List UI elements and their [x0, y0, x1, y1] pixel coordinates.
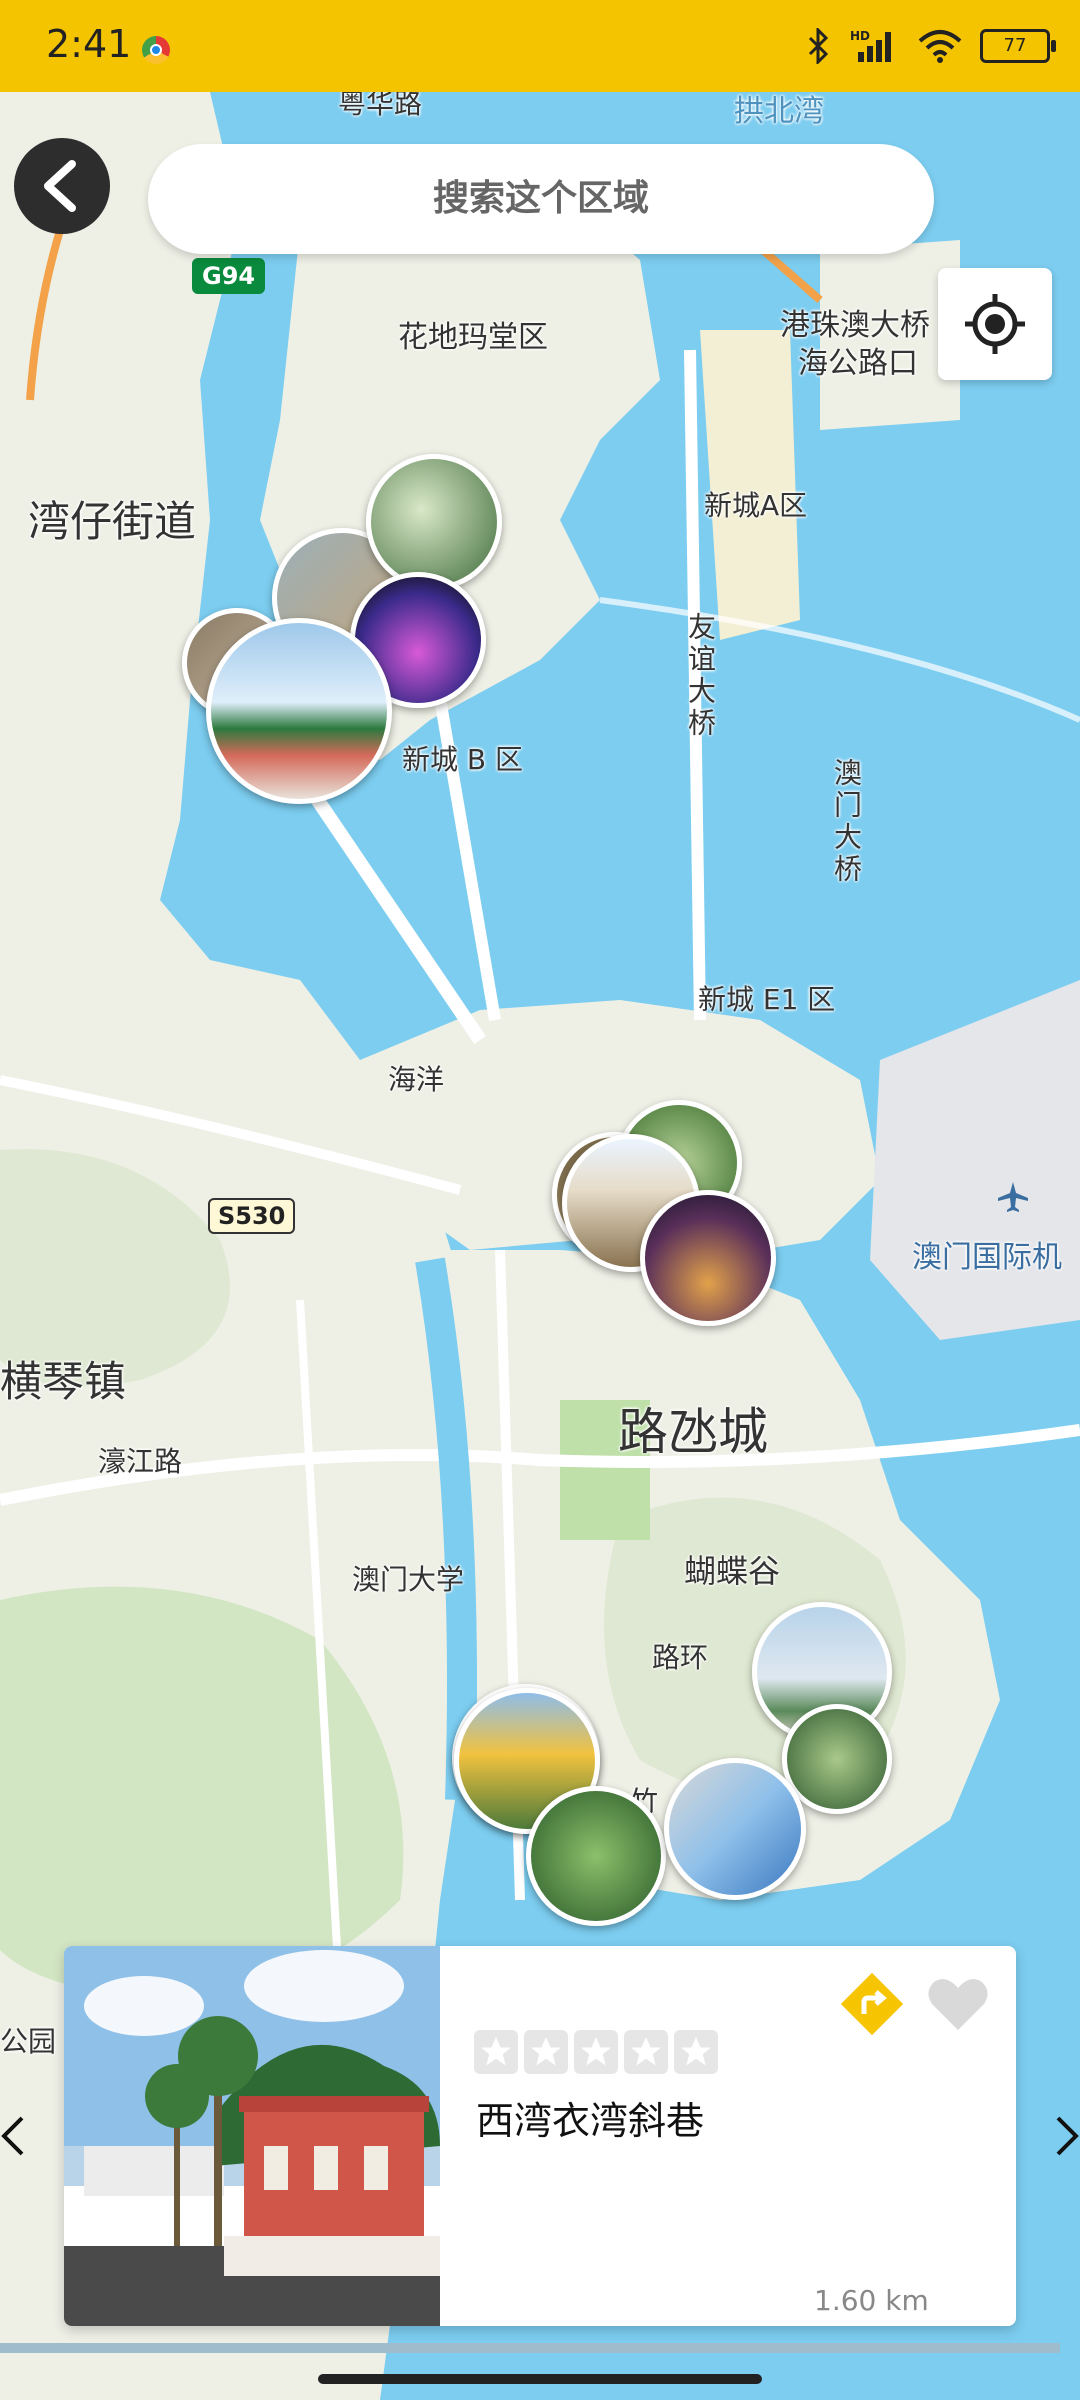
next-card-button[interactable]	[1054, 2114, 1080, 2158]
map-label-haojiang: 濠江路	[98, 1445, 183, 1478]
place-title: 西湾衣湾斜巷	[476, 2099, 705, 2143]
map-label-hengqin: 横琴镇	[0, 1357, 127, 1406]
status-icons: HD 77	[806, 26, 1056, 66]
map-label-xincheng-b: 新城 B 区	[402, 743, 524, 776]
map-label-xincheng-e1: 新城 E1 区	[698, 983, 836, 1016]
place-photo[interactable]	[64, 1946, 440, 2326]
map-label-hzm2: 海公路口	[798, 346, 918, 381]
battery-icon: 77	[980, 29, 1056, 63]
map-label-park: 公园	[0, 2025, 57, 2058]
star-icon	[524, 2030, 568, 2074]
wifi-icon	[918, 30, 962, 63]
map-label-haiyang: 海洋	[388, 1063, 445, 1096]
bluetooth-icon	[808, 28, 829, 64]
place-distance: 1.60 km	[814, 2284, 929, 2317]
star-icon	[674, 2030, 718, 2074]
search-area-button[interactable]: 搜索这个区域	[148, 144, 934, 254]
star-icon	[574, 2030, 618, 2074]
map-label-xincheng-a: 新城A区	[704, 489, 808, 522]
road-shield-g94: G94	[192, 258, 266, 294]
star-icon	[624, 2030, 668, 2074]
photo-pin[interactable]	[664, 1758, 806, 1900]
chrome-notification-icon	[142, 36, 170, 64]
map-label-yuehua: 粤华路	[338, 92, 423, 120]
chevron-left-icon	[44, 160, 76, 212]
map-label-luhuan: 路环	[652, 1641, 709, 1674]
status-time: 2:41	[46, 22, 132, 66]
map-label-luhuan-city: 路氹城	[618, 1403, 768, 1461]
airport-icon	[998, 1182, 1028, 1212]
crosshair-icon	[965, 294, 1025, 354]
map-label-youyi: 友谊大桥	[684, 612, 717, 740]
photo-pin[interactable]	[640, 1190, 776, 1326]
carousel-scrollbar	[0, 2343, 1060, 2353]
place-card[interactable]: 西湾衣湾斜巷 1.60 km	[64, 1946, 1016, 2326]
star-icon	[474, 2030, 518, 2074]
status-bar: 2:41 HD 77	[0, 0, 1080, 92]
svg-text:HD: HD	[850, 29, 870, 43]
map-label-airport: 澳门国际机	[912, 1240, 1062, 1275]
prev-card-button[interactable]	[0, 2114, 26, 2158]
photo-pin[interactable]	[366, 454, 502, 590]
photo-pin[interactable]	[526, 1786, 666, 1926]
map-label-butterfly: 蝴蝶谷	[684, 1552, 781, 1590]
my-location-button[interactable]	[938, 268, 1052, 380]
favorite-button[interactable]	[922, 1968, 994, 2040]
directions-button[interactable]	[836, 1968, 908, 2040]
rating-stars	[474, 2030, 718, 2074]
photo-pin[interactable]	[206, 618, 392, 804]
road-shield-s530: S530	[208, 1198, 296, 1234]
home-indicator[interactable]	[318, 2374, 762, 2384]
map-label-wanzai: 湾仔街道	[28, 497, 197, 546]
map-label-umac: 澳门大学	[352, 1563, 465, 1596]
map-label-gongbei: 拱北湾	[734, 94, 824, 129]
signal-icon: HD	[850, 29, 891, 62]
map-label-aomen-bridge: 澳门大桥	[830, 758, 863, 886]
back-button[interactable]	[14, 138, 110, 234]
map-label-huadi: 花地玛堂区	[398, 320, 548, 355]
